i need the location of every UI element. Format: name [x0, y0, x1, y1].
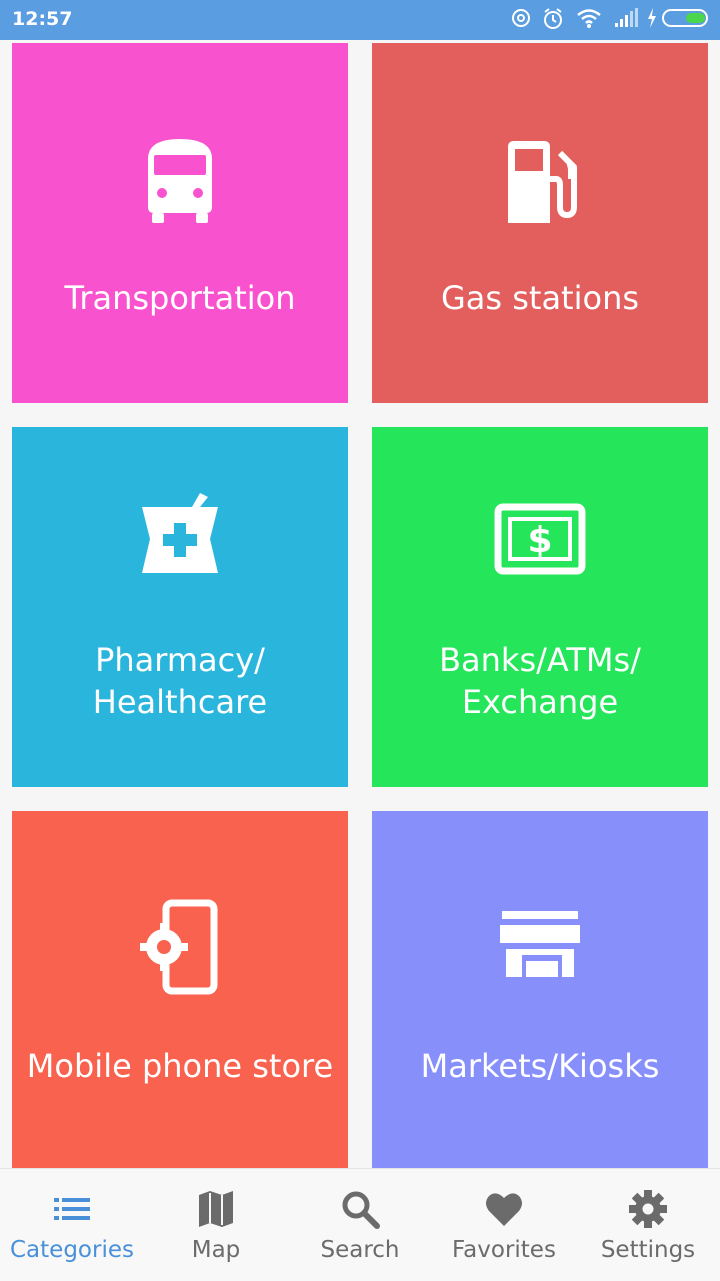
category-label: Transportation: [64, 279, 296, 317]
category-markets-kiosks[interactable]: Markets/Kiosks: [372, 811, 708, 1171]
gas-station-icon: [508, 141, 577, 223]
heart-icon: [486, 1193, 522, 1226]
signal-status-icon: [615, 8, 638, 27]
map-icon: [199, 1191, 233, 1227]
category-mobile-phone-store[interactable]: Mobile phone store: [12, 811, 348, 1171]
category-label-line2: Exchange: [461, 683, 619, 721]
alarm-status-icon: [544, 8, 562, 29]
pharmacy-icon: [142, 493, 218, 573]
battery-status-icon: [662, 9, 708, 27]
nav-label: Map: [191, 1237, 241, 1263]
nav-label: Categories: [10, 1237, 134, 1263]
gear-icon: [629, 1190, 667, 1228]
status-bar: 12:57: [0, 0, 720, 40]
location-status-icon: [512, 9, 530, 27]
nav-map[interactable]: Map: [144, 1169, 288, 1281]
category-label: Pharmacy/ Healthcare: [12, 639, 348, 723]
bus-icon: [148, 139, 212, 223]
wifi-status-icon: [577, 9, 601, 28]
category-label: Gas stations: [440, 279, 640, 317]
nav-label: Favorites: [452, 1237, 556, 1263]
nav-favorites[interactable]: Favorites: [432, 1169, 576, 1281]
nav-label: Search: [320, 1237, 400, 1263]
category-pharmacy-healthcare[interactable]: Pharmacy/ Healthcare: [12, 427, 348, 787]
category-label: Mobile phone store: [26, 1047, 334, 1085]
category-label-line1: Banks/ATMs/: [439, 641, 641, 679]
bottom-navigation: Categories Map Search Favorites Settings: [0, 1168, 720, 1281]
nav-categories[interactable]: Categories: [0, 1169, 144, 1281]
nav-label: Settings: [600, 1237, 696, 1263]
status-time: 12:57: [12, 8, 73, 30]
nav-settings[interactable]: Settings: [576, 1169, 720, 1281]
list-icon: [54, 1198, 90, 1220]
category-label: Banks/ATMs/ Exchange: [372, 639, 708, 723]
category-label-line1: Pharmacy/: [95, 641, 265, 679]
status-icons: [510, 7, 710, 33]
phone-settings-icon: [140, 899, 218, 995]
money-icon: $: [494, 503, 586, 575]
category-banks-atms-exchange[interactable]: $ Banks/ATMs/ Exchange: [372, 427, 708, 787]
charging-status-icon: [648, 8, 656, 28]
category-label: Markets/Kiosks: [420, 1047, 660, 1085]
category-transportation[interactable]: Transportation: [12, 43, 348, 403]
svg-text:$: $: [527, 520, 552, 561]
nav-search[interactable]: Search: [288, 1169, 432, 1281]
store-icon: [500, 911, 580, 977]
category-gas-stations[interactable]: Gas stations: [372, 43, 708, 403]
category-label-line2: Healthcare: [92, 683, 268, 721]
search-icon: [342, 1191, 380, 1229]
